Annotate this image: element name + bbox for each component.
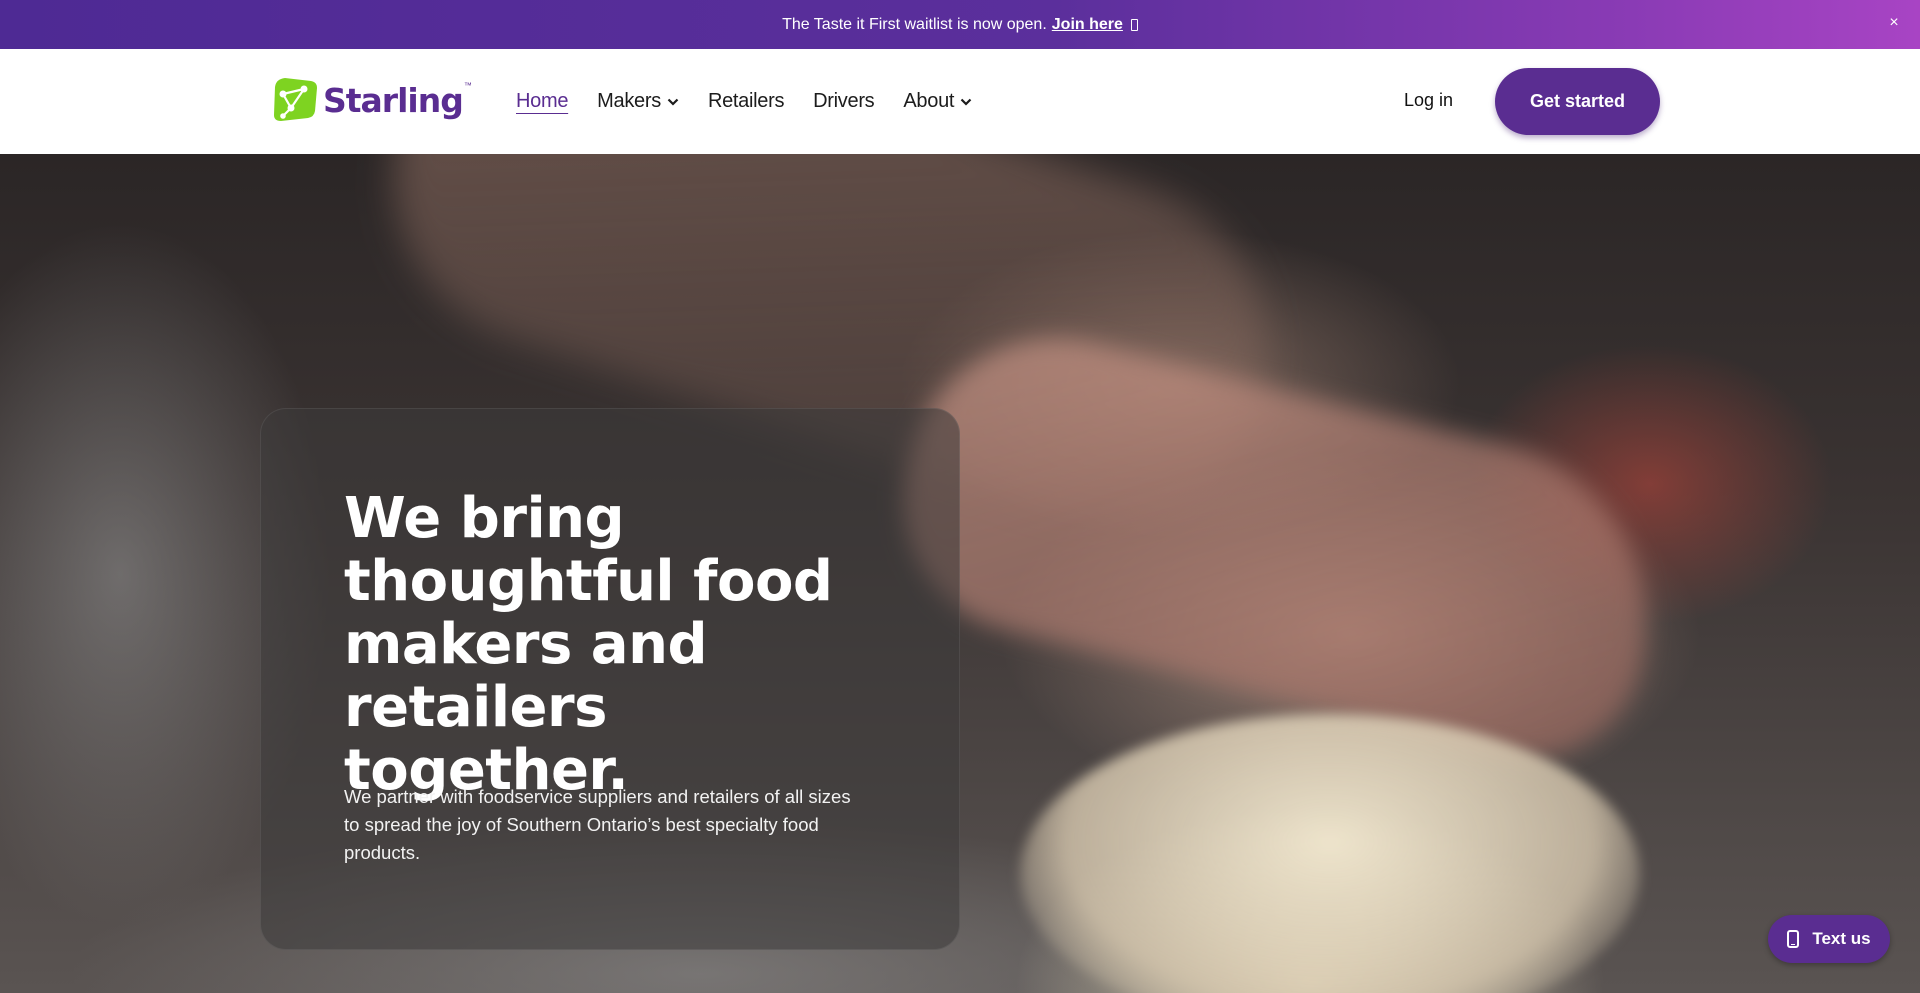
nav-retailers[interactable]: Retailers <box>707 90 785 113</box>
hero-card: We bring thoughtful food makers and reta… <box>260 408 960 950</box>
hero-description: We partner with foodservice suppliers an… <box>344 786 851 863</box>
phone-icon <box>1787 930 1800 948</box>
announcement-bar: The Taste it First waitlist is now open.… <box>0 0 1920 49</box>
join-here-link[interactable]: Join here <box>1052 16 1123 34</box>
main-nav: Home Makers Retailers Drivers About <box>516 49 1001 154</box>
chevron-down-icon <box>960 98 972 106</box>
hero-section: We bring thoughtful food makers and reta… <box>0 154 1920 993</box>
logo[interactable]: Starling ™ <box>271 75 472 125</box>
nav-makers[interactable]: Makers <box>597 90 679 113</box>
announcement-message: The Taste it First waitlist is now open. <box>782 15 1047 33</box>
nav-about[interactable]: About <box>903 90 972 113</box>
login-link[interactable]: Log in <box>1404 90 1453 111</box>
hero-image-hands <box>874 306 1686 782</box>
hero-headline: We bring thoughtful food makers and reta… <box>344 486 833 803</box>
get-started-button[interactable]: Get started <box>1495 68 1660 135</box>
nav-home-label: Home <box>516 90 569 112</box>
nav-about-label: About <box>903 90 955 112</box>
site-header: Starling ™ Home Makers Retailers Drivers… <box>0 49 1920 154</box>
text-us-label: Text us <box>1812 929 1871 948</box>
chevron-down-icon <box>667 98 679 106</box>
nav-home[interactable]: Home <box>516 90 568 113</box>
external-link-icon <box>1130 18 1138 31</box>
brand-name: Starling <box>323 80 464 120</box>
nav-retailers-label: Retailers <box>707 90 785 112</box>
nav-drivers-label: Drivers <box>813 90 875 112</box>
close-announcement-button[interactable]: × <box>1884 13 1904 33</box>
trademark-symbol: ™ <box>463 81 472 90</box>
nav-drivers[interactable]: Drivers <box>813 90 875 113</box>
hero-image-dough <box>1020 714 1640 993</box>
nav-makers-label: Makers <box>597 90 661 112</box>
logo-mark-icon <box>274 78 317 121</box>
text-us-button[interactable]: Text us <box>1768 915 1890 963</box>
